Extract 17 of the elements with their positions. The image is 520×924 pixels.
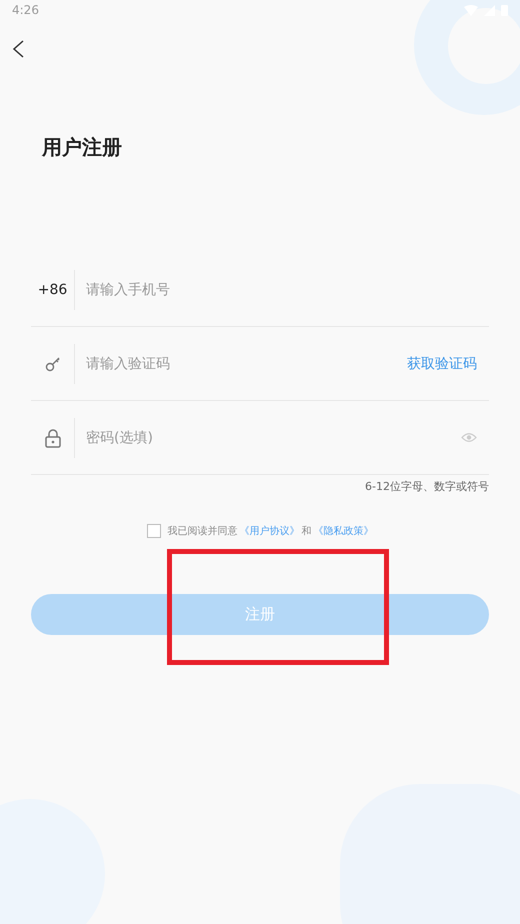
page-title: 用户注册: [42, 134, 123, 161]
key-icon: [44, 356, 60, 372]
input-field[interactable]: 请输入手机号: [84, 280, 477, 298]
get-code-button[interactable]: 获取验证码: [407, 354, 477, 372]
agreement-checkbox[interactable]: [146, 524, 160, 538]
user-agreement-link[interactable]: 《用户协议》: [240, 524, 300, 538]
password-hint: 6-12位字母、数字或符号: [364, 479, 489, 494]
country-code[interactable]: +86: [38, 282, 68, 298]
input-field[interactable]: 密码(选填): [84, 428, 461, 446]
eye-icon[interactable]: [461, 432, 477, 443]
agreement-joiner: 和: [302, 524, 312, 538]
status-time: 4:26: [12, 3, 40, 17]
back-icon[interactable]: [12, 40, 24, 58]
agreement-text: 我已阅读并同意: [168, 524, 238, 538]
privacy-policy-link[interactable]: 《隐私政策》: [314, 524, 374, 538]
input-field[interactable]: 请输入验证码: [84, 354, 407, 372]
lock-icon: [44, 428, 60, 448]
